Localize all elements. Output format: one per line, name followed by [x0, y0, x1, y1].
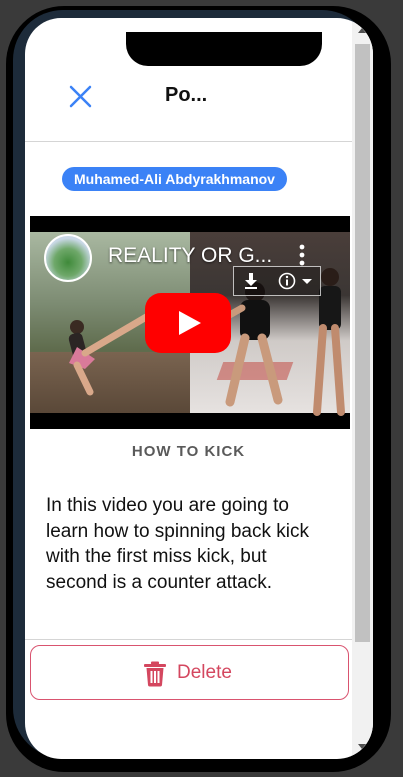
scrollbar[interactable] [352, 18, 373, 759]
author-badge[interactable]: Muhamed-Ali Abdyrakhmanov [62, 167, 287, 191]
play-button[interactable] [145, 293, 231, 353]
video-title[interactable]: REALITY OR G... [108, 244, 272, 268]
close-icon [69, 85, 92, 108]
post-title: HOW TO KICK [131, 443, 246, 460]
post-description: In this video you are going to learn how… [46, 495, 309, 593]
info-icon[interactable] [278, 272, 316, 290]
download-icon[interactable] [243, 272, 259, 290]
channel-avatar[interactable] [44, 234, 92, 282]
page-title: Po... [165, 84, 208, 106]
play-icon [179, 311, 201, 335]
scroll-down-arrow-icon[interactable] [358, 744, 366, 749]
video-player[interactable]: REALITY OR G... [30, 216, 350, 429]
app-screen: Po... Muhamed-Ali Abdyrakhmanov REALITY … [25, 18, 373, 759]
phone-notch [126, 32, 322, 66]
fighter-figure [68, 309, 155, 396]
close-button[interactable] [66, 82, 96, 112]
delete-label: Delete [177, 662, 232, 683]
divider [25, 639, 352, 640]
trash-icon [144, 661, 166, 687]
scroll-up-arrow-icon[interactable] [358, 28, 366, 33]
delete-button[interactable]: Delete [30, 645, 349, 700]
more-vertical-icon[interactable] [298, 244, 306, 266]
scroll-thumb[interactable] [355, 44, 370, 642]
